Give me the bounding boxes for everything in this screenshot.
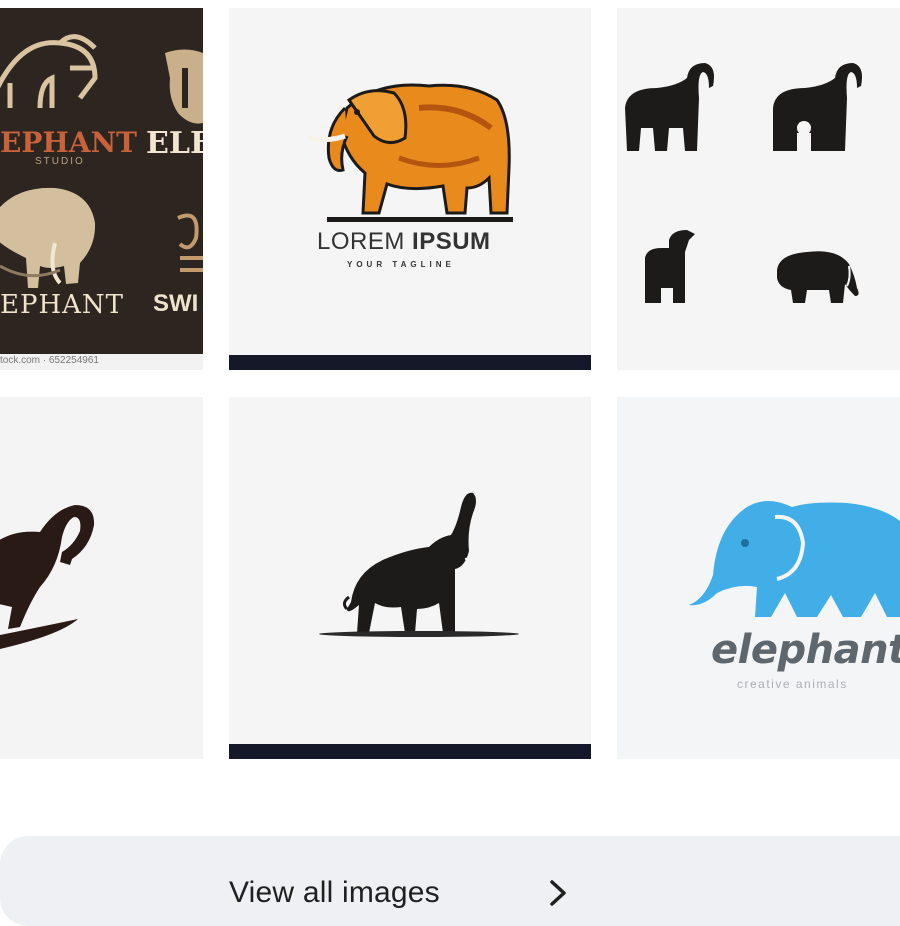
image-result-blue-elephant-logo[interactable]: elephant creative animals: [617, 397, 900, 759]
image-result-trunk-raised-elephant[interactable]: [0, 397, 203, 759]
image-result-walking-elephant-silhouette[interactable]: [229, 397, 591, 759]
image-result-orange-elephant-logo[interactable]: LOREM IPSUM YOUR TAGLINE: [229, 8, 591, 370]
logo-tagline: creative animals: [737, 677, 848, 691]
badge-title-text: EPHANT: [0, 290, 125, 320]
image-source-caption: tock.com · 652254961: [0, 355, 99, 366]
silhouette-elephant-illustration: [229, 397, 591, 759]
logo-brand-text: elephant: [711, 627, 900, 673]
brown-elephant-illustration: [0, 397, 203, 759]
view-all-images-label: View all images: [229, 876, 440, 909]
badge-subtitle-text: STUDIO: [35, 156, 85, 167]
badge-title-text: ELE: [146, 126, 203, 161]
blue-elephant-illustration: [617, 397, 900, 759]
logo-brand-text: LOREM: [317, 228, 405, 255]
image-result-four-elephant-icons[interactable]: [617, 8, 900, 370]
badge-title-text: EPHANT: [0, 126, 138, 159]
image-result-vintage-elephant-badges[interactable]: EPHANT STUDIO ELE EPHANT SWI tock.com · …: [0, 8, 203, 370]
orange-elephant-illustration: [229, 8, 591, 370]
elephant-icons-illustration: [617, 8, 900, 370]
logo-tagline: YOUR TAGLINE: [347, 260, 455, 269]
badge-title-text: SWI: [153, 290, 199, 317]
view-all-images-button[interactable]: [0, 836, 900, 926]
logo-brand-bold-text: IPSUM: [412, 228, 491, 255]
chevron-right-icon: [550, 880, 566, 906]
